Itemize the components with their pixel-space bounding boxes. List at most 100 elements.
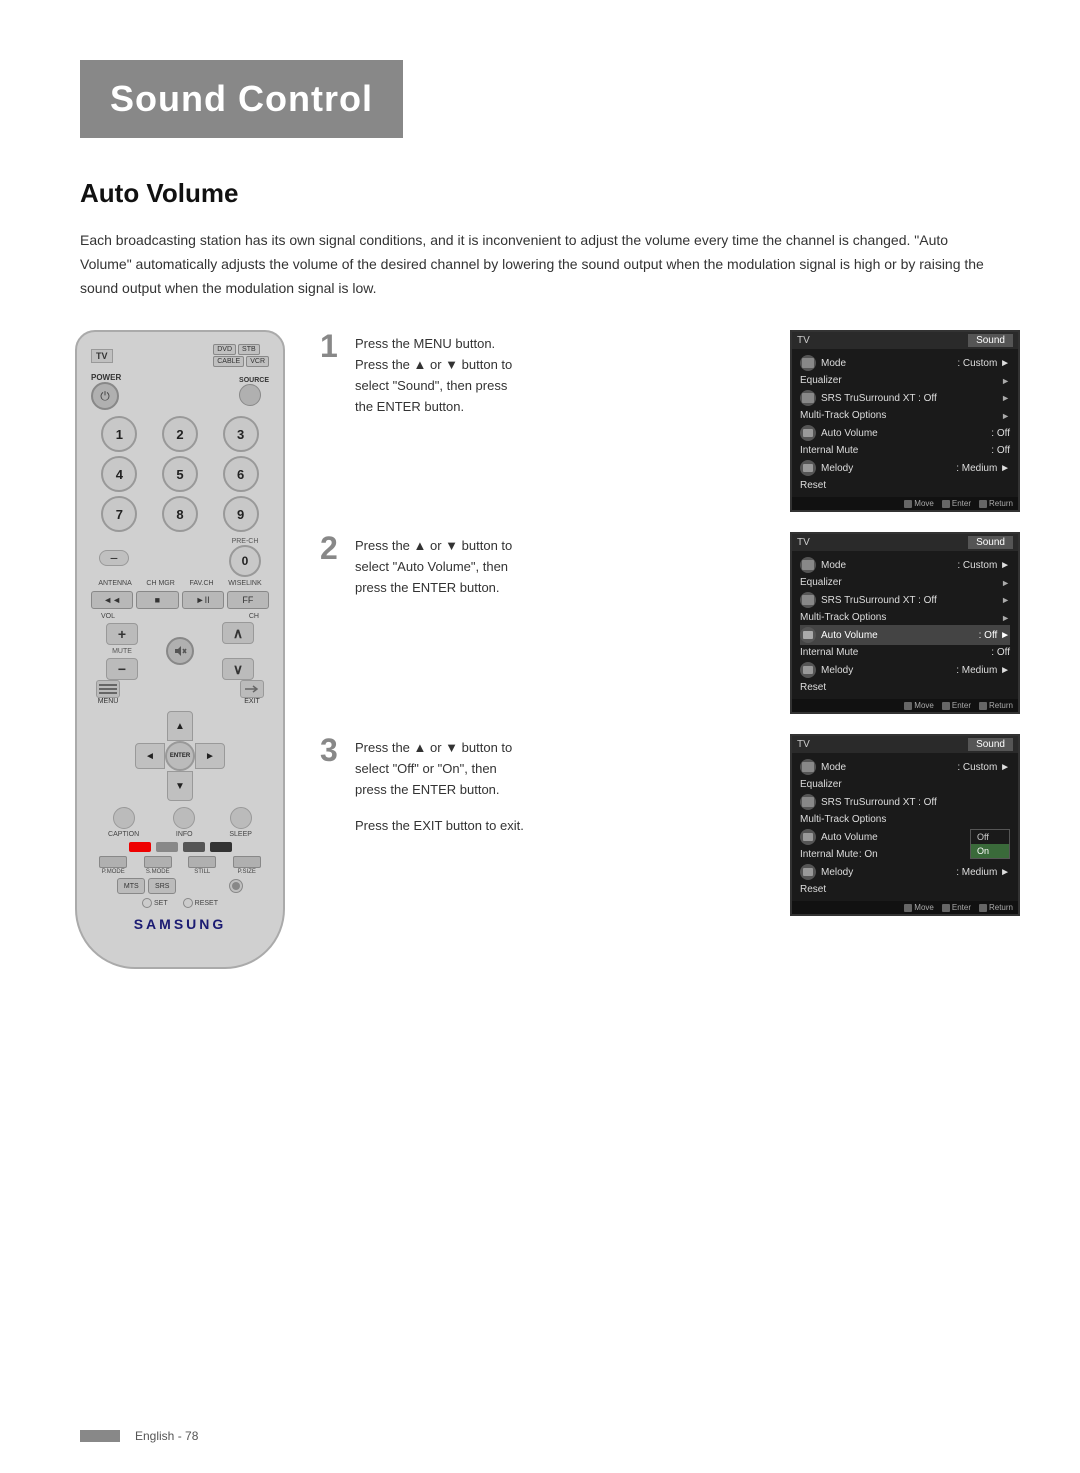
num-8-button[interactable]: 8: [162, 496, 198, 532]
tv-menu-1-body: Mode : Custom ► Equalizer ► SRS TruSurro…: [792, 349, 1018, 497]
play-pause-button[interactable]: ►II: [182, 591, 224, 609]
power-label: POWER: [91, 373, 121, 382]
av-row-with-icon: Auto Volume Internal Mute : On: [800, 827, 878, 862]
source-button[interactable]: [239, 384, 261, 406]
tv-row-reset-2: Reset: [800, 680, 1010, 695]
ch-up-button[interactable]: ∧: [222, 622, 254, 644]
dpad-down-button[interactable]: ▼: [167, 771, 193, 801]
tv-row-reset-1: Reset: [800, 478, 1010, 493]
mode-label-3: Mode: [821, 762, 846, 773]
vol-up-button[interactable]: +: [106, 623, 138, 645]
mto-arrow-1: ►: [1001, 411, 1010, 421]
power-button[interactable]: ⏻: [91, 382, 119, 410]
srs-button[interactable]: SRS: [148, 878, 176, 894]
step-1-number: 1: [320, 330, 340, 362]
mto-arrow-2: ►: [1001, 613, 1010, 623]
av-value-1: : Off: [991, 428, 1010, 439]
vol-ch-controls: + MUTE − ∧ ∨: [106, 622, 254, 680]
num-0-button[interactable]: 0: [229, 545, 261, 577]
srs-arrow-2: ►: [1001, 595, 1010, 605]
dpad-container: ▲ ▼ ◄ ► ENTER: [91, 711, 269, 801]
av-label-1: Auto Volume: [821, 428, 878, 439]
minus-button[interactable]: −: [99, 550, 129, 566]
return-icon-2: [979, 702, 987, 710]
picture-icon-3: [800, 794, 816, 810]
fav-ch-label: FAV.CH: [189, 580, 213, 587]
num-2-button[interactable]: 2: [162, 416, 198, 452]
tv-row-im-1: Internal Mute : Off: [800, 443, 1010, 458]
still-label: STILL: [194, 869, 210, 875]
tv-footer-3: Move Enter Return: [792, 901, 1018, 914]
s-mode-rect[interactable]: [144, 856, 172, 868]
mts-group: MTS SRS: [117, 878, 176, 894]
sleep-circle[interactable]: [230, 807, 252, 829]
reset-circle[interactable]: [183, 898, 193, 908]
input-img-3: [802, 762, 814, 772]
num-4-button[interactable]: 4: [101, 456, 137, 492]
mts-button[interactable]: MTS: [117, 878, 145, 894]
section-title: Auto Volume: [80, 178, 1000, 209]
reset-text: RESET: [195, 900, 218, 907]
set-circle[interactable]: [142, 898, 152, 908]
num-9-button[interactable]: 9: [223, 496, 259, 532]
dpad-left-button[interactable]: ◄: [135, 743, 165, 769]
sound-icon-2: [800, 627, 816, 643]
vol-down-button[interactable]: −: [106, 658, 138, 680]
srs-label-3: SRS TruSurround XT : Off: [821, 797, 937, 808]
dpad-right-button[interactable]: ►: [195, 743, 225, 769]
dropdown-off: Off: [971, 830, 1009, 844]
red-button[interactable]: [129, 842, 151, 852]
enter-button[interactable]: ENTER: [165, 741, 195, 771]
ch-down-button[interactable]: ∨: [222, 658, 254, 680]
tv-row-im-2: Internal Mute : Off: [800, 645, 1010, 660]
info-circle[interactable]: [173, 807, 195, 829]
dvd-btn[interactable]: DVD: [213, 344, 236, 355]
channel-img-2: [803, 666, 813, 674]
srs-label-2: SRS TruSurround XT : Off: [821, 595, 937, 606]
mute-button[interactable]: [166, 637, 194, 665]
dpad-up-button[interactable]: ▲: [167, 711, 193, 741]
enter-item-3: Enter: [942, 903, 971, 912]
eq-arrow-2: ►: [1001, 578, 1010, 588]
record-button[interactable]: [229, 879, 243, 893]
eq-label-1: Equalizer: [800, 375, 842, 386]
sound-label-3: Sound: [968, 738, 1013, 751]
num-6-button[interactable]: 6: [223, 456, 259, 492]
num-7-button[interactable]: 7: [101, 496, 137, 532]
ff-button[interactable]: FF: [227, 591, 269, 609]
gray1-button[interactable]: [156, 842, 178, 852]
vcr-btn[interactable]: VCR: [246, 356, 269, 367]
rew-button[interactable]: ◄◄: [91, 591, 133, 609]
tv-row-srs-3: SRS TruSurround XT : Off: [800, 792, 1010, 812]
tv-screen-1: TV Sound Mode : Custom ► Equalizer ►: [790, 330, 1020, 512]
remote-cable-vcr-row: CABLE VCR: [213, 356, 269, 367]
return-item-1: Return: [979, 499, 1013, 508]
av-label-2: Auto Volume: [821, 630, 878, 641]
cable-btn[interactable]: CABLE: [213, 356, 244, 367]
im-value-1: : Off: [991, 445, 1010, 456]
still-rect[interactable]: [188, 856, 216, 868]
num-5-button[interactable]: 5: [162, 456, 198, 492]
info-btn: INFO: [173, 807, 195, 838]
tv-footer-2: Move Enter Return: [792, 699, 1018, 712]
step-2-block: 2 Press the ▲ or ▼ button to select "Aut…: [320, 532, 1020, 714]
step-3-content: 3 Press the ▲ or ▼ button to select "Off…: [320, 734, 775, 800]
stop-button[interactable]: ■: [136, 591, 178, 609]
dark-button[interactable]: [210, 842, 232, 852]
p-mode-rect[interactable]: [99, 856, 127, 868]
num-1-button[interactable]: 1: [101, 416, 137, 452]
record-group: [229, 879, 243, 893]
gray2-button[interactable]: [183, 842, 205, 852]
tv-row-eq-3: Equalizer: [800, 777, 1010, 792]
return-icon-1: [979, 500, 987, 508]
sound-img-1: [803, 429, 813, 437]
tv-label-3: TV: [797, 739, 810, 750]
p-size-rect[interactable]: [233, 856, 261, 868]
num-3-button[interactable]: 3: [223, 416, 259, 452]
step-1-block: 1 Press the MENU button. Press the ▲ or …: [320, 330, 1020, 512]
stb-btn[interactable]: STB: [238, 344, 260, 355]
step-1-text: Press the MENU button. Press the ▲ or ▼ …: [355, 330, 775, 417]
tv-row-mel-2: Melody : Medium ►: [800, 660, 1010, 680]
step-2-text: Press the ▲ or ▼ button to select "Auto …: [355, 532, 775, 598]
caption-circle[interactable]: [113, 807, 135, 829]
